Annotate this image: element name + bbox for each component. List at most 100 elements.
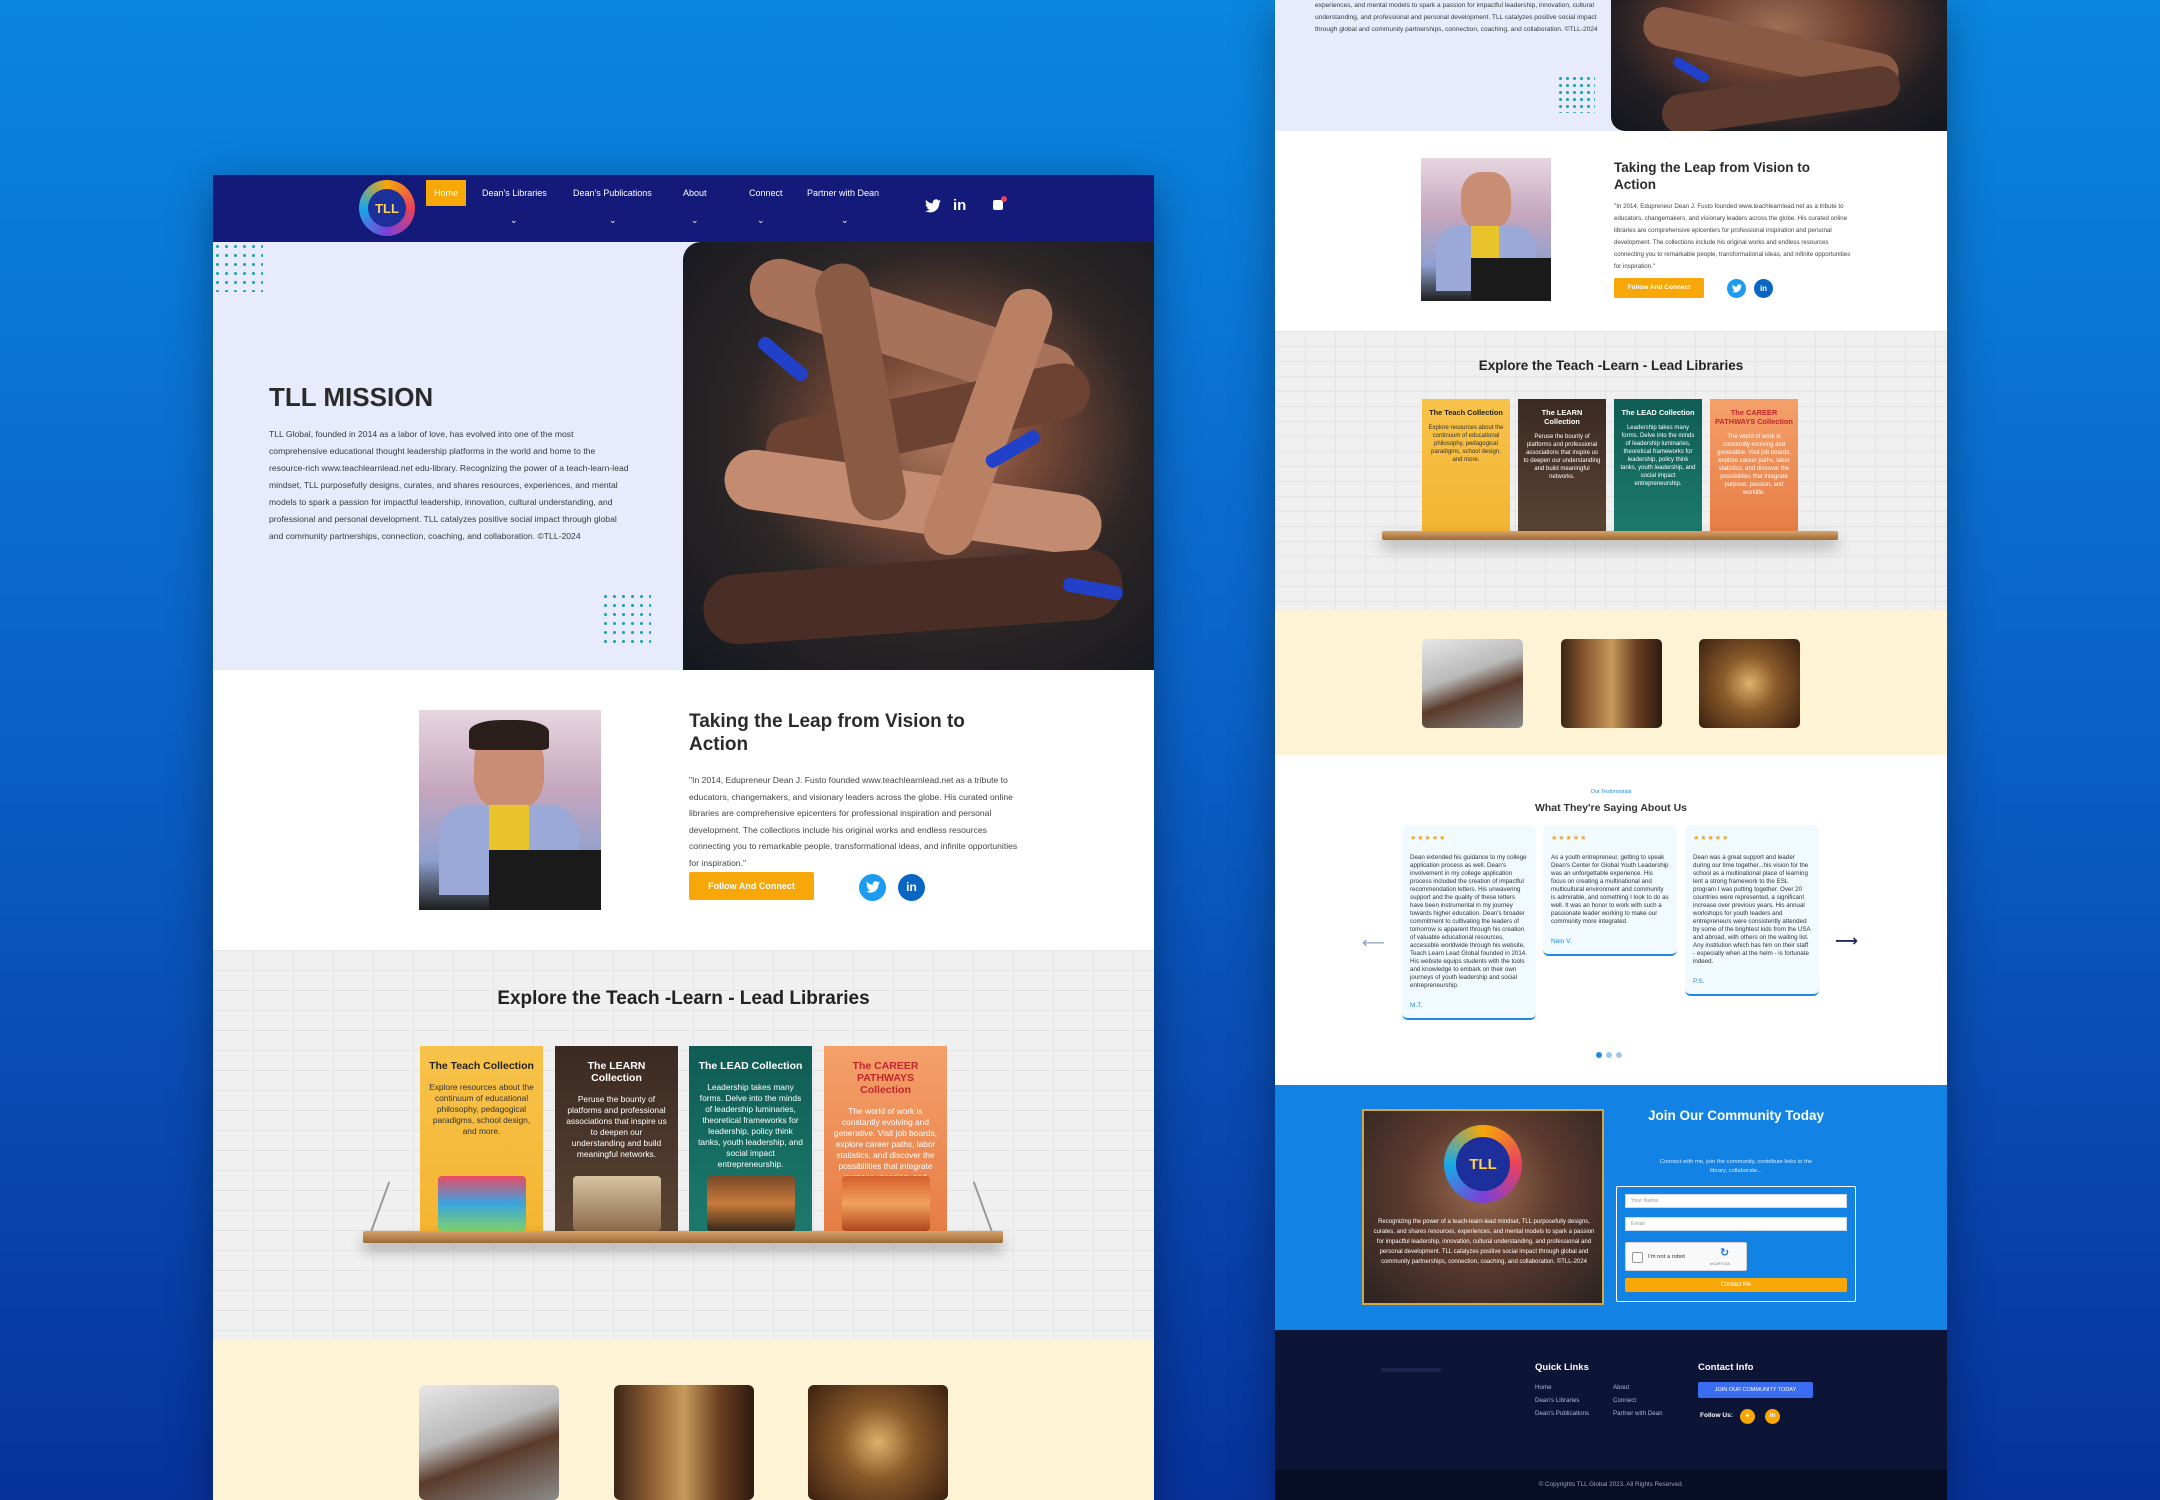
captcha-brand: reCAPTCHA <box>1710 1262 1730 1266</box>
join-title: Join Our Community Today <box>1647 1108 1824 1123</box>
carousel-dot[interactable] <box>1596 1052 1602 1058</box>
testimonial-author: Nelo V. <box>1551 938 1572 945</box>
linkedin-icon[interactable]: in <box>898 874 925 901</box>
copyright: © Copyrights TLL Global 2023. All Rights… <box>1275 1470 1947 1500</box>
nav-connect[interactable]: Connect <box>741 180 791 206</box>
book-career-pathways-collection[interactable]: The CAREER PATHWAYS Collection The world… <box>1710 399 1798 531</box>
book-learn-collection[interactable]: The LEARN Collection Peruse the bounty o… <box>1518 399 1606 531</box>
libraries-section: Explore the Teach -Learn - Lead Librarie… <box>1275 331 1947 610</box>
email-field[interactable]: Email <box>1625 1217 1847 1231</box>
arrow-left-icon[interactable]: ⟵ <box>1362 933 1385 953</box>
cart-badge <box>1001 196 1007 202</box>
chevron-down-icon[interactable]: ⌄ <box>609 215 617 226</box>
footer-link-publications[interactable]: Dean's Publications <box>1535 1410 1589 1417</box>
nav-about[interactable]: About <box>675 180 715 206</box>
book-desc: Explore resources about the continuum of… <box>1428 425 1504 463</box>
dean-speaking-photo <box>1421 158 1551 301</box>
testimonial-text: Dean extended his guidance to my college… <box>1410 854 1527 989</box>
join-community-button[interactable]: JOIN OUR COMMUNITY TODAY <box>1698 1382 1813 1398</box>
book-desc: Leadership takes many forms. Delve into … <box>698 1082 803 1169</box>
twitter-icon[interactable] <box>925 199 941 213</box>
book-career-pathways-collection[interactable]: The CAREER PATHWAYS Collection The world… <box>824 1046 947 1231</box>
book-teach-collection[interactable]: The Teach Collection Explore resources a… <box>420 1046 543 1231</box>
chevron-down-icon[interactable]: ⌄ <box>510 215 518 226</box>
twitter-icon[interactable] <box>1727 279 1746 298</box>
book-title: The Teach Collection <box>429 1060 534 1072</box>
twitter-icon[interactable] <box>859 874 886 901</box>
decorative-dots <box>601 592 651 647</box>
book-desc: Peruse the bounty of platforms and profe… <box>1523 434 1601 480</box>
quick-links-title: Quick Links <box>1535 1362 1589 1373</box>
recaptcha-widget: I'm not a robot ↻ reCAPTCHA <box>1625 1242 1747 1271</box>
follow-connect-button[interactable]: Follow And Connect <box>689 872 814 900</box>
footer-link-about[interactable]: About <box>1613 1384 1629 1391</box>
wooden-shelf <box>1382 531 1838 540</box>
nav-deans-libraries[interactable]: Dean's Libraries <box>474 180 555 206</box>
footer-link-libraries[interactable]: Dean's Libraries <box>1535 1397 1580 1404</box>
book-title: The LEARN Collection <box>587 1060 646 1084</box>
leap-quote: "In 2014, Edupreneur Dean J. Fusto found… <box>1614 203 1851 270</box>
bookstore-photo <box>808 1385 948 1500</box>
vision-to-action-section: Taking the Leap from Vision to Action "I… <box>213 670 1154 950</box>
community-photo-text: Recognizing the power of a teach-learn-l… <box>1373 1219 1595 1265</box>
footer-link-partner[interactable]: Partner with Dean <box>1613 1410 1663 1417</box>
carousel-dot[interactable] <box>1606 1052 1612 1058</box>
captcha-checkbox[interactable] <box>1632 1252 1643 1263</box>
logo-text: TLL <box>368 189 406 227</box>
carousel-dot[interactable] <box>1616 1052 1622 1058</box>
book-lead-collection[interactable]: The LEAD Collection Leadership takes man… <box>689 1046 812 1231</box>
linkedin-icon[interactable]: in <box>953 197 966 214</box>
logo-text: TLL <box>1456 1137 1510 1191</box>
book-title: The CAREER PATHWAYS Collection <box>852 1060 919 1096</box>
recaptcha-icon: ↻ <box>1720 1247 1730 1259</box>
star-rating: ★★★★★ <box>1551 835 1588 842</box>
library-shelves-photo <box>614 1385 754 1500</box>
chevron-down-icon[interactable]: ⌄ <box>757 215 765 226</box>
testimonials-section: Our Testimonials What They're Saying Abo… <box>1275 755 1947 1085</box>
chevron-down-icon[interactable]: ⌄ <box>841 215 849 226</box>
bookstore-photo <box>1699 639 1800 728</box>
footer-link-connect[interactable]: Connect <box>1613 1397 1636 1404</box>
name-field[interactable]: Your Name <box>1625 1194 1847 1208</box>
testimonial-text: Dean was a great support and leader duri… <box>1693 854 1811 965</box>
contact-info-title: Contact Info <box>1698 1362 1754 1373</box>
photo-strip <box>1275 610 1947 755</box>
leap-title: Taking the Leap from Vision to Action <box>1614 160 1811 192</box>
arrow-right-icon[interactable]: ⟶ <box>1835 931 1858 951</box>
mission-title: TLL MISSION <box>269 382 434 412</box>
twitter-icon[interactable]: ✦ <box>1740 1409 1755 1424</box>
footer-link-home[interactable]: Home <box>1535 1384 1552 1391</box>
nav-deans-publications[interactable]: Dean's Publications <box>565 180 660 206</box>
book-lead-collection[interactable]: The LEAD Collection Leadership takes man… <box>1614 399 1702 531</box>
book-teach-collection[interactable]: The Teach Collection Explore resources a… <box>1422 399 1510 531</box>
testimonials-kicker: Our Testimonials <box>1590 789 1632 795</box>
testimonial-author: M.T. <box>1410 1002 1423 1009</box>
book-title: The LEAD Collection <box>698 1060 803 1072</box>
book-desc: The world of work is constantly evolving… <box>1717 434 1791 496</box>
contact-me-button[interactable]: Contact Me <box>1625 1278 1847 1292</box>
linkedin-icon[interactable]: in <box>1765 1409 1780 1424</box>
book-desc: Peruse the bounty of platforms and profe… <box>566 1094 667 1159</box>
book-learn-collection[interactable]: The LEARN Collection Peruse the bounty o… <box>555 1046 678 1231</box>
vision-to-action-section: Taking the Leap from Vision to Action "I… <box>1275 131 1947 331</box>
testimonial-card: ★★★★★ As a youth entrepreneur, getting t… <box>1543 825 1677 956</box>
leap-quote: "In 2014, Edupreneur Dean J. Fusto found… <box>689 775 1018 868</box>
follow-connect-button[interactable]: Follow And Connect <box>1614 278 1704 298</box>
hands-together-photo <box>683 242 1154 670</box>
contact-form: Your Name Email I'm not a robot ↻ reCAPT… <box>1616 1186 1856 1302</box>
testimonials-title: What They're Saying About Us <box>1534 802 1688 814</box>
dean-speaking-photo <box>419 710 601 910</box>
book-title: The Teach Collection <box>1429 408 1503 417</box>
join-community-section: TLL Recognizing the power of a teach-lea… <box>1275 1085 1947 1330</box>
nav-home[interactable]: Home <box>426 180 467 206</box>
book-title: The CAREER PATHWAYS Collection <box>1715 408 1793 426</box>
star-rating: ★★★★★ <box>1410 835 1447 842</box>
testimonial-card: ★★★★★ Dean was a great support and leade… <box>1685 825 1819 996</box>
nav-partner[interactable]: Partner with Dean <box>799 180 887 206</box>
chevron-down-icon[interactable]: ⌄ <box>691 215 699 226</box>
book-desc: Explore resources about the continuum of… <box>429 1082 534 1136</box>
community-photo: TLL Recognizing the power of a teach-lea… <box>1362 1109 1604 1305</box>
desktop-preview-large: TLL Home Dean's Libraries ⌄ Dean's Publi… <box>213 175 1154 1500</box>
tll-logo[interactable]: TLL <box>359 180 415 236</box>
linkedin-icon[interactable]: in <box>1754 279 1773 298</box>
